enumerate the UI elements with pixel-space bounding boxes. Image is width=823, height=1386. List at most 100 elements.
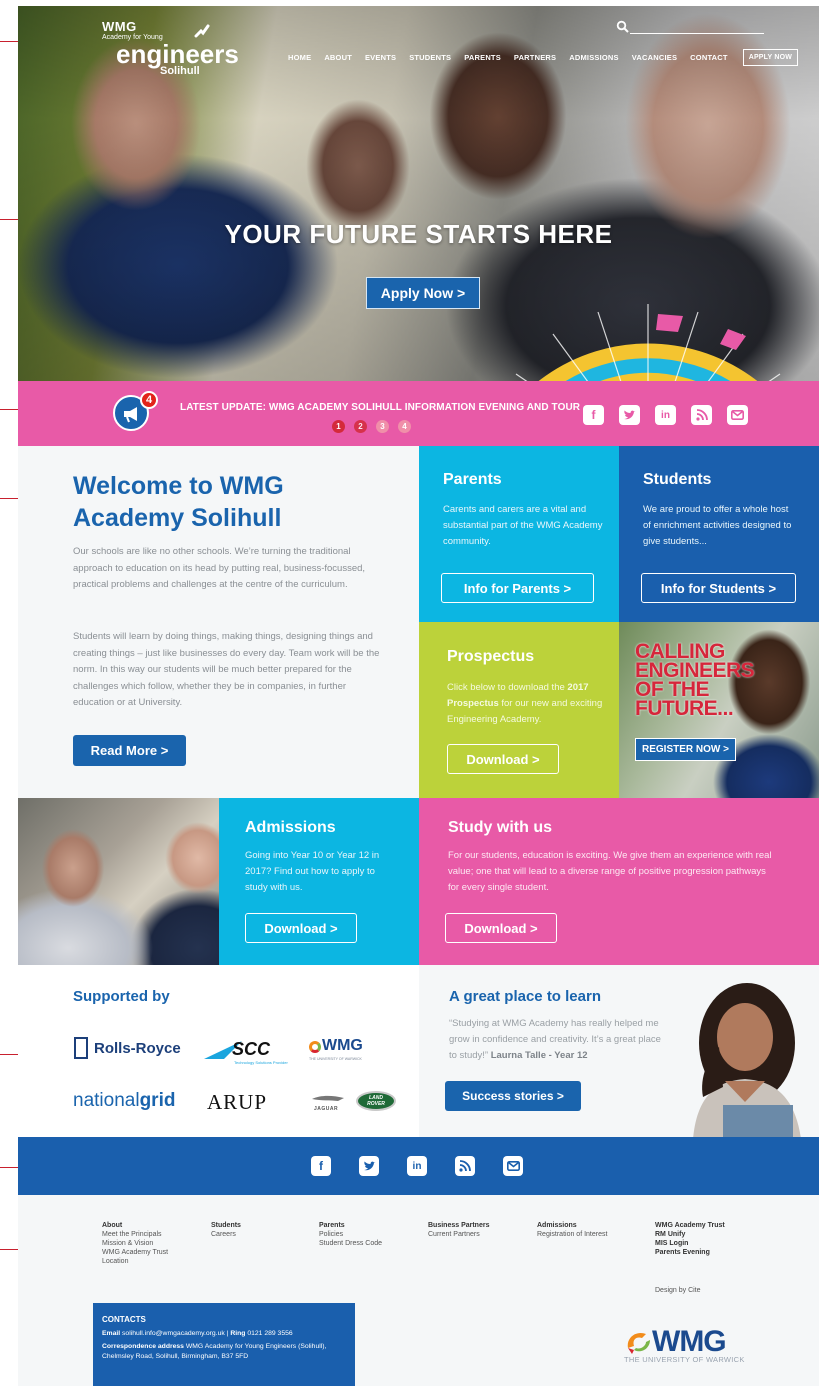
slide-dot[interactable]: 1: [332, 420, 345, 433]
footer-heading[interactable]: WMG Academy Trust: [655, 1221, 725, 1230]
footer-link[interactable]: Parents Evening: [655, 1248, 725, 1257]
update-count-badge: 4: [140, 391, 158, 409]
wmg-wordmark: WMG: [652, 1325, 727, 1358]
land-rover-logo[interactable]: LAND ROVER: [356, 1091, 396, 1111]
nav-partners[interactable]: PARTNERS: [514, 53, 556, 62]
supported-by-title: Supported by: [73, 988, 170, 1005]
hero-banner: WMG Academy for Young engineers Solihull…: [18, 6, 819, 381]
scc-tagline: Technology Solutions Provider: [234, 1060, 288, 1065]
linkedin-icon[interactable]: in: [407, 1156, 427, 1176]
calling-engineers-headline: CALLING ENGINEERS OF THE FUTURE...: [635, 641, 755, 719]
info-for-students-button[interactable]: Info for Students >: [641, 573, 796, 603]
footer-link[interactable]: Meet the Principals: [102, 1230, 168, 1239]
footer-heading[interactable]: Students: [211, 1221, 241, 1230]
info-for-parents-button[interactable]: Info for Parents >: [441, 573, 594, 603]
nav-about[interactable]: ABOUT: [324, 53, 352, 62]
slide-dot[interactable]: 2: [354, 420, 367, 433]
nav-home[interactable]: HOME: [288, 53, 311, 62]
apply-now-button[interactable]: Apply Now >: [366, 277, 480, 309]
slide-dot[interactable]: 4: [398, 420, 411, 433]
footer-link[interactable]: Current Partners: [428, 1230, 489, 1239]
linkedin-icon[interactable]: in: [655, 405, 676, 425]
jaguar-name: JAGUAR: [314, 1106, 339, 1112]
scc-name: SCC: [232, 1039, 271, 1059]
prospectus-tile: Prospectus Click below to download the 2…: [419, 622, 619, 798]
wmg-partner-sub: THE UNIVERSITY OF WARWICK: [309, 1057, 362, 1061]
footer-link[interactable]: Mission & Vision: [102, 1239, 168, 1248]
admissions-download-button[interactable]: Download >: [245, 913, 357, 943]
facebook-icon[interactable]: f: [583, 405, 604, 425]
wmg-university-logo[interactable]: WMG THE UNIVERSITY OF WARWICK: [624, 1325, 754, 1365]
jaguar-leaper-icon: [312, 1095, 344, 1101]
facebook-icon[interactable]: f: [311, 1156, 331, 1176]
mail-icon[interactable]: [727, 405, 748, 425]
contact-email-line: Email solihull.info@wmgacademy.org.uk | …: [102, 1329, 293, 1337]
contact-address-line: Correspondence address WMG Academy for Y…: [102, 1342, 346, 1361]
footer-column-about: About Meet the Principals Mission & Visi…: [102, 1221, 168, 1266]
admissions-tile: Admissions Going into Year 10 or Year 12…: [219, 798, 419, 965]
footer-social-links: f in: [311, 1156, 523, 1176]
contact-phone[interactable]: 0121 289 3556: [247, 1330, 292, 1337]
footer-heading[interactable]: About: [102, 1221, 168, 1230]
parents-text: Carents and carers are a vital and subst…: [443, 504, 603, 547]
colour-arc-graphic: [515, 304, 781, 381]
social-links: f in: [583, 405, 748, 425]
footer-link[interactable]: RM Unify: [655, 1230, 725, 1239]
footer-link[interactable]: Careers: [211, 1230, 241, 1239]
footer-heading[interactable]: Business Partners: [428, 1221, 489, 1230]
jaguar-logo[interactable]: JAGUAR: [310, 1092, 350, 1114]
search-input[interactable]: [630, 33, 764, 34]
twitter-icon[interactable]: [619, 405, 640, 425]
calling-engineers-banner[interactable]: CALLING ENGINEERS OF THE FUTURE... REGIS…: [619, 622, 819, 798]
latest-update-text[interactable]: LATEST UPDATE: WMG ACADEMY SOLIHULL INFO…: [180, 402, 580, 413]
footer-column-trust: WMG Academy Trust RM Unify MIS Login Par…: [655, 1221, 725, 1257]
mail-icon[interactable]: [503, 1156, 523, 1176]
nav-apply-now-button[interactable]: APPLY NOW: [742, 49, 799, 66]
nav-events[interactable]: EVENTS: [365, 53, 396, 62]
search-icon[interactable]: [616, 20, 630, 34]
prospectus-download-button[interactable]: Download >: [447, 744, 559, 774]
register-now-button[interactable]: REGISTER NOW >: [635, 738, 736, 761]
study-text: For our students, education is exciting.…: [448, 850, 772, 893]
wmg-partner-logo[interactable]: WMG THE UNIVERSITY OF WARWICK: [309, 1037, 379, 1063]
nav-contact[interactable]: CONTACT: [690, 53, 728, 62]
rss-icon[interactable]: [455, 1156, 475, 1176]
footer-link[interactable]: WMG Academy Trust: [102, 1248, 168, 1257]
site-logo[interactable]: WMG Academy for Young engineers Solihull: [102, 20, 239, 77]
nav-parents[interactable]: PARENTS: [464, 53, 501, 62]
hero-title: YOUR FUTURE STARTS HERE: [224, 219, 613, 249]
wmg-swirl-icon: [309, 1041, 321, 1053]
main-nav: HOME ABOUT EVENTS STUDENTS PARENTS PARTN…: [288, 49, 811, 66]
welcome-title: Welcome to WMG Academy Solihull: [73, 472, 284, 532]
read-more-button[interactable]: Read More >: [73, 735, 186, 766]
nav-admissions[interactable]: ADMISSIONS: [569, 53, 619, 62]
arup-logo[interactable]: ARUP: [207, 1090, 267, 1115]
footer-link[interactable]: MIS Login: [655, 1239, 725, 1248]
page: WMG Academy for Young engineers Solihull…: [0, 0, 823, 1386]
footer-link[interactable]: Policies: [319, 1230, 382, 1239]
welcome-paragraph: Our schools are like no other schools. W…: [73, 546, 366, 590]
nav-students[interactable]: STUDENTS: [409, 53, 451, 62]
slide-dot[interactable]: 3: [376, 420, 389, 433]
twitter-icon[interactable]: [359, 1156, 379, 1176]
great-place-title: A great place to learn: [449, 988, 601, 1005]
rss-icon[interactable]: [691, 405, 712, 425]
success-stories-button[interactable]: Success stories >: [445, 1081, 581, 1111]
footer-heading[interactable]: Admissions: [537, 1221, 607, 1230]
scc-logo[interactable]: SCC Technology Solutions Provider: [204, 1039, 290, 1069]
rolls-royce-name: Rolls-Royce: [94, 1039, 181, 1057]
footer-link[interactable]: Student Dress Code: [319, 1239, 382, 1248]
logo-spark-icon: [194, 24, 210, 38]
study-title: Study with us: [448, 819, 552, 836]
national-grid-logo[interactable]: nationalgrid: [73, 1090, 175, 1112]
students-title: Students: [643, 471, 712, 488]
study-download-button[interactable]: Download >: [445, 913, 557, 943]
footer-heading[interactable]: Parents: [319, 1221, 382, 1230]
footer-link[interactable]: Location: [102, 1257, 168, 1266]
contact-email[interactable]: solihull.info@wmgacademy.org.uk: [122, 1330, 225, 1337]
footer-link[interactable]: Registration of Interest: [537, 1230, 607, 1239]
design-credit[interactable]: Design by Cite: [655, 1287, 701, 1294]
nav-vacancies[interactable]: VACANCIES: [632, 53, 677, 62]
student-portrait-photo: [693, 983, 801, 1137]
rolls-royce-logo[interactable]: Rolls-Royce: [74, 1037, 181, 1059]
